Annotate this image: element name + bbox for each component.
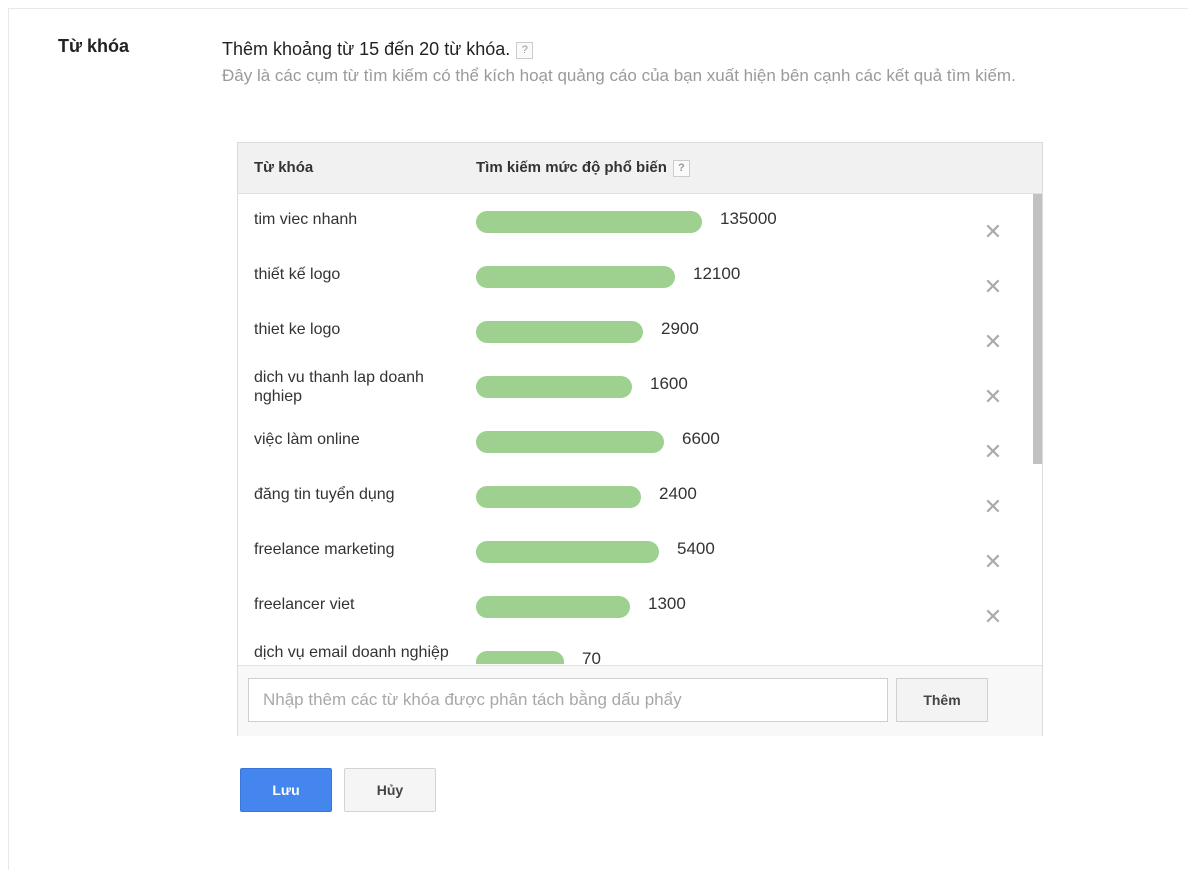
section-label: Từ khóa — [58, 36, 130, 56]
keyword-text: thiet ke logo — [254, 321, 341, 338]
search-volume: 12100 — [693, 264, 741, 283]
table-row: dich vu thanh lap doanh nghiep 1600 ✕ — [238, 359, 1042, 414]
search-volume: 2900 — [661, 319, 699, 338]
popularity-bar — [476, 266, 675, 288]
intro-title: Thêm khoảng từ 15 đến 20 từ khóa.? — [222, 36, 1062, 62]
table-row: freelance marketing 5400 ✕ — [238, 524, 1042, 579]
column-header-keyword: Từ khóa — [254, 159, 314, 176]
intro-title-text: Thêm khoảng từ 15 đến 20 từ khóa. — [222, 39, 511, 59]
table-row: freelancer viet 1300 ✕ — [238, 579, 1042, 634]
remove-keyword-icon[interactable]: ✕ — [982, 661, 1004, 665]
remove-keyword-icon[interactable]: ✕ — [982, 551, 1004, 573]
table-row: dịch vụ email doanh nghiệp 70 ✕ — [238, 634, 1042, 664]
keyword-text: dich vu thanh lap doanh nghiep — [254, 369, 424, 405]
search-volume: 2400 — [659, 484, 697, 503]
keyword-text: freelancer viet — [254, 596, 355, 613]
keyword-text: việc làm online — [254, 431, 360, 448]
popularity-bar — [476, 321, 643, 343]
add-keywords-input[interactable] — [248, 678, 888, 722]
intro-description: Đây là các cụm từ tìm kiếm có thể kích h… — [222, 66, 1016, 85]
popularity-bar — [476, 376, 632, 398]
cancel-button[interactable]: Hủy — [344, 768, 436, 812]
remove-keyword-icon[interactable]: ✕ — [982, 441, 1004, 463]
popularity-bar — [476, 596, 630, 618]
search-volume: 1300 — [648, 594, 686, 613]
search-volume: 70 — [582, 649, 601, 664]
intro: Thêm khoảng từ 15 đến 20 từ khóa.? Đây l… — [222, 36, 1062, 87]
remove-keyword-icon[interactable]: ✕ — [982, 276, 1004, 298]
add-keywords-area: Thêm — [238, 665, 1042, 736]
remove-keyword-icon[interactable]: ✕ — [982, 221, 1004, 243]
table-row: việc làm online 6600 ✕ — [238, 414, 1042, 469]
keyword-list: tim viec nhanh 135000 ✕ thiết kế logo 12100 ✕… — [238, 194, 1042, 664]
remove-keyword-icon[interactable]: ✕ — [982, 606, 1004, 628]
table-row: thiết kế logo 12100 ✕ — [238, 249, 1042, 304]
search-volume: 6600 — [682, 429, 720, 448]
popularity-bar — [476, 211, 702, 233]
popularity-bar — [476, 486, 641, 508]
search-volume: 1600 — [650, 374, 688, 393]
table-row: thiet ke logo 2900 ✕ — [238, 304, 1042, 359]
add-keywords-button[interactable]: Thêm — [896, 678, 988, 722]
keyword-table: Từ khóa Tìm kiếm mức độ phổ biến? tim vi… — [237, 142, 1043, 736]
table-header: Từ khóa Tìm kiếm mức độ phổ biến? — [238, 143, 1042, 194]
remove-keyword-icon[interactable]: ✕ — [982, 496, 1004, 518]
scrollbar[interactable] — [1030, 194, 1042, 664]
help-icon[interactable]: ? — [516, 41, 534, 59]
popularity-bar — [476, 651, 564, 664]
popularity-bar — [476, 541, 659, 563]
table-row: tim viec nhanh 135000 ✕ — [238, 194, 1042, 249]
column-header-popularity-label: Tìm kiếm mức độ phổ biến — [476, 159, 667, 176]
keyword-text: tim viec nhanh — [254, 211, 358, 228]
remove-keyword-icon[interactable]: ✕ — [982, 331, 1004, 353]
keyword-text: freelance marketing — [254, 541, 395, 558]
keyword-text: đăng tin tuyển dụng — [254, 486, 395, 503]
keyword-text: dịch vụ email doanh nghiệp — [254, 644, 449, 661]
save-button[interactable]: Lưu — [240, 768, 332, 812]
search-volume: 5400 — [677, 539, 715, 558]
help-icon[interactable]: ? — [672, 159, 690, 177]
remove-keyword-icon[interactable]: ✕ — [982, 386, 1004, 408]
scrollbar-thumb[interactable] — [1033, 194, 1042, 464]
column-header-popularity: Tìm kiếm mức độ phổ biến? — [476, 159, 690, 177]
search-volume: 135000 — [720, 209, 777, 228]
table-row: đăng tin tuyển dụng 2400 ✕ — [238, 469, 1042, 524]
popularity-bar — [476, 431, 664, 453]
keyword-text: thiết kế logo — [254, 266, 341, 283]
